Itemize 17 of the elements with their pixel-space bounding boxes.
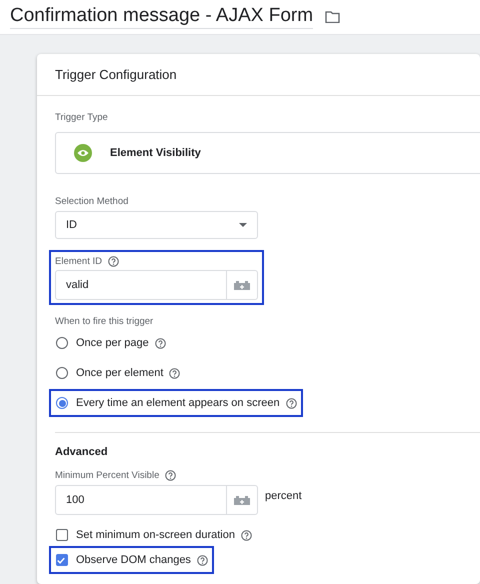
field-label: Minimum Percent Visible: [55, 470, 160, 480]
trigger-type-field[interactable]: Element Visibility: [55, 132, 480, 174]
field-label: Selection Method: [55, 196, 128, 206]
unit-label: percent: [265, 490, 302, 502]
checkbox-option[interactable]: Set minimum on-screen duration: [49, 521, 258, 549]
field-label: Trigger Type: [55, 112, 108, 122]
radio-option[interactable]: Every time an element appears on screen: [49, 389, 303, 417]
selection-dropdown[interactable]: ID: [55, 211, 258, 239]
card-title: Trigger Configuration: [55, 67, 177, 82]
field-label: Element ID: [55, 256, 102, 266]
field-label: When to fire this trigger: [55, 316, 154, 326]
input-field[interactable]: valid: [55, 270, 258, 300]
section-title: Advanced: [55, 446, 109, 460]
checkbox-option[interactable]: Observe DOM changes: [49, 546, 214, 574]
radio-option[interactable]: Once per element: [49, 359, 186, 387]
radio-option[interactable]: Once per page: [49, 329, 172, 357]
input-field[interactable]: 100: [55, 485, 258, 515]
